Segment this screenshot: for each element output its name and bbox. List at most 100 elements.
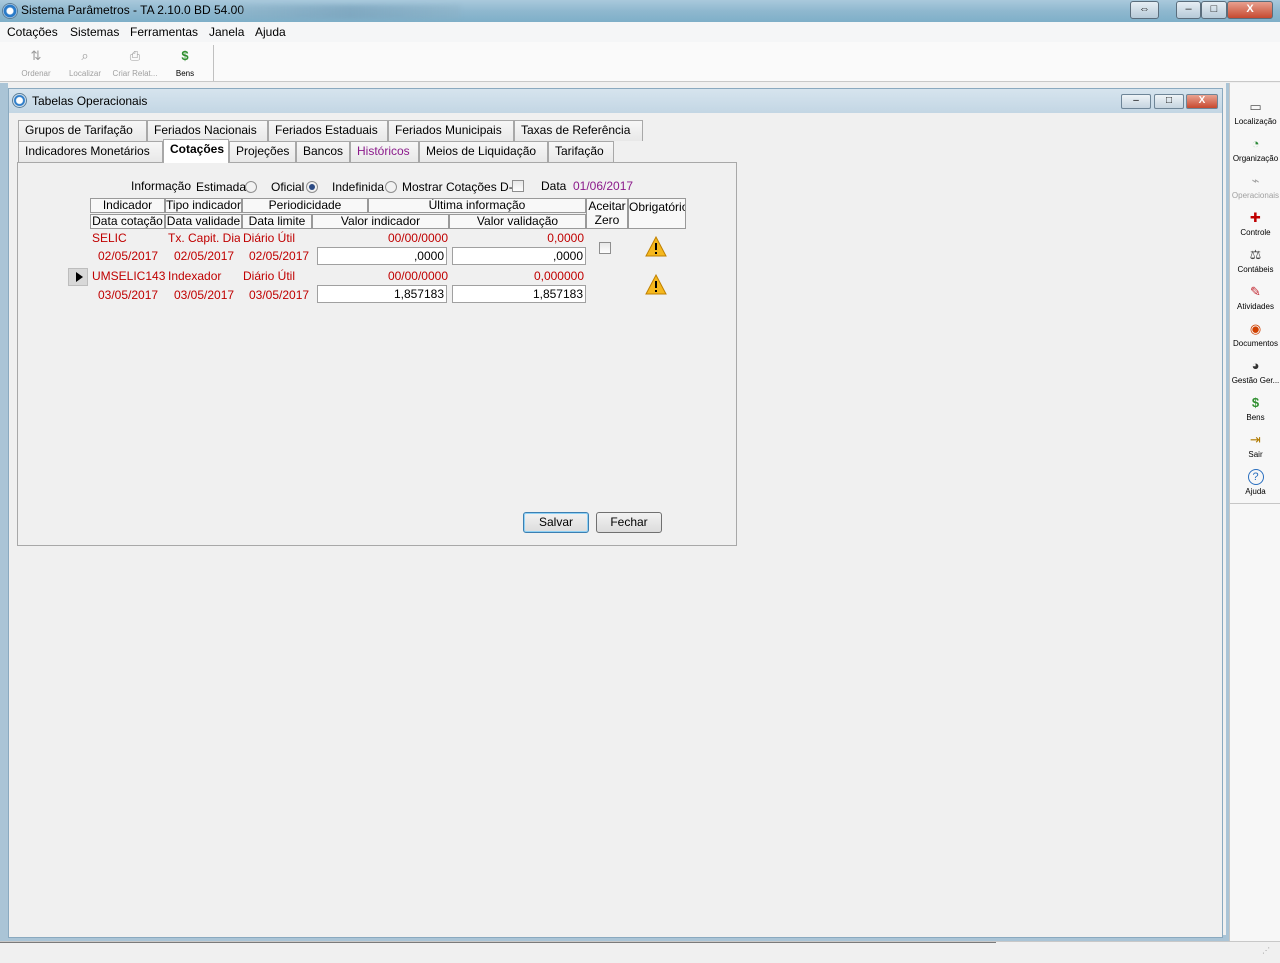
header-indicador[interactable]: Indicador [90, 198, 165, 213]
sidebar-label-sair: Sair [1248, 450, 1263, 459]
header-periodicidade[interactable]: Periodicidade [242, 198, 368, 213]
tab-feriados-municipais[interactable]: Feriados Municipais [388, 120, 514, 141]
sidebar-item-localizacao[interactable]: ▭ Localização [1230, 99, 1280, 136]
status-bar: ⋰ [0, 941, 1280, 963]
sidebar-item-bens[interactable]: $ Bens [1230, 395, 1280, 432]
sidebar-item-operacionais[interactable]: ⌁ Operacionais [1230, 173, 1280, 210]
row2-valor-indicador-input[interactable]: 1,857183 [317, 285, 447, 303]
sidebar-label-operacionais: Operacionais [1231, 191, 1280, 200]
sidebar-item-gestao[interactable]: ◕ Gestão Ger... [1230, 358, 1280, 395]
toolbar: ⇅ Ordenar ⌕ Localizar ⎙ Criar Relat... $… [0, 42, 1280, 82]
row2-data-cotacao: 03/05/2017 [98, 288, 159, 302]
sidebar-label-localizacao: Localização [1234, 117, 1277, 126]
pen-icon: ✎ [1250, 284, 1261, 299]
tab-historicos[interactable]: Históricos [350, 141, 419, 162]
sidebar-item-atividades[interactable]: ✎ Atividades [1230, 284, 1280, 321]
location-icon: ▭ [1249, 99, 1262, 114]
header-valor-indicador[interactable]: Valor indicador [312, 214, 449, 229]
target-icon: ◉ [1249, 321, 1262, 336]
sidebar-label-ajuda: Ajuda [1245, 487, 1266, 496]
estimada-label: Estimada [196, 180, 247, 194]
sidebar-item-ajuda[interactable]: ? Ajuda [1230, 469, 1280, 506]
status-progress-line [0, 942, 996, 943]
indefinida-radio[interactable] [385, 181, 397, 193]
menu-ferramentas[interactable]: Ferramentas [130, 25, 198, 39]
tab-cotacoes[interactable]: Cotações [163, 139, 229, 163]
estimada-radio[interactable] [245, 181, 257, 193]
salvar-button[interactable]: Salvar [523, 512, 589, 533]
row1-data-validade: 02/05/2017 [174, 249, 235, 263]
tab-meios-liquidacao[interactable]: Meios de Liquidação [419, 141, 548, 162]
app-icon [2, 3, 18, 19]
switch-window-button[interactable]: ⇔ [1130, 1, 1159, 19]
sidebar-label-gestao: Gestão Ger... [1231, 376, 1280, 385]
tab-feriados-nacionais[interactable]: Feriados Nacionais [147, 120, 268, 141]
app-title: Sistema Parâmetros - TA 2.10.0 BD 54.00 [21, 3, 244, 17]
tab-bancos[interactable]: Bancos [296, 141, 350, 162]
header-data-limite[interactable]: Data limite [242, 214, 312, 229]
tab-taxas-referencia[interactable]: Taxas de Referência [514, 120, 643, 141]
header-data-validade[interactable]: Data validade [165, 214, 242, 229]
blurred-title-text [240, 5, 460, 19]
sidebar-label-documentos: Documentos [1233, 339, 1278, 348]
localizar-button[interactable]: ⌕ Localizar [62, 46, 108, 80]
mostrar-cotacoes-checkbox[interactable] [512, 180, 524, 192]
fechar-button[interactable]: Fechar [596, 512, 662, 533]
operations-icon: ⌁ [1251, 173, 1260, 188]
child-minimize-button[interactable]: – [1121, 94, 1151, 109]
row1-data-cotacao: 02/05/2017 [98, 249, 159, 263]
menu-cotacoes[interactable]: Cotações [7, 25, 58, 39]
oficial-radio[interactable] [306, 181, 318, 193]
tab-feriados-estaduais[interactable]: Feriados Estaduais [268, 120, 388, 141]
header-obrigatorio[interactable]: Obrigatório [628, 198, 686, 229]
ordenar-button[interactable]: ⇅ Ordenar [13, 46, 59, 80]
resize-grip-icon[interactable]: ⋰ [1262, 946, 1276, 960]
child-maximize-button[interactable]: □ [1154, 94, 1184, 109]
row1-warning-icon [645, 236, 667, 257]
row2-data-validade: 03/05/2017 [174, 288, 235, 302]
sidebar-item-controle[interactable]: ✚ Controle [1230, 210, 1280, 247]
informacao-label: Informação [131, 179, 192, 193]
maximize-button[interactable]: □ [1201, 1, 1227, 19]
header-ultima-informacao[interactable]: Última informação [368, 198, 586, 213]
sidebar-divider [1230, 503, 1280, 504]
data-label: Data [541, 179, 567, 193]
tab-grupos-tarifacao[interactable]: Grupos de Tarifação [18, 120, 147, 141]
tab-tarifacao[interactable]: Tarifação [548, 141, 614, 162]
criar-relatorio-button[interactable]: ⎙ Criar Relat... [112, 46, 158, 80]
row1-tipo: Tx. Capit. Dia Út [168, 231, 240, 245]
sidebar-item-documentos[interactable]: ◉ Documentos [1230, 321, 1280, 358]
menu-sistemas[interactable]: Sistemas [70, 25, 119, 39]
find-icon: ⌕ [81, 48, 89, 63]
minimize-button[interactable]: – [1176, 1, 1201, 19]
tab-indicadores-monetarios[interactable]: Indicadores Monetários [18, 141, 163, 162]
row2-ultima-data: 00/00/0000 [387, 269, 448, 283]
menu-janela[interactable]: Janela [209, 25, 244, 39]
ordenar-label: Ordenar [21, 69, 51, 78]
sidebar-label-atividades: Atividades [1237, 302, 1274, 311]
sidebar-item-contabeis[interactable]: ⚖ Contábeis [1230, 247, 1280, 284]
row1-valor-indicador-input[interactable]: ,0000 [317, 247, 447, 265]
printer-icon: ⎙ [129, 48, 141, 63]
data-value[interactable]: 01/06/2017 [573, 179, 633, 193]
bens-button[interactable]: $ Bens [162, 46, 208, 80]
header-tipo-indicador[interactable]: Tipo indicador [165, 198, 242, 213]
child-close-button[interactable]: X [1186, 94, 1218, 109]
menu-bar: Cotações Sistemas Ferramentas Janela Aju… [0, 22, 1280, 42]
row1-valor-validacao-input[interactable]: ,0000 [452, 247, 586, 265]
row2-valor-validacao-input[interactable]: 1,857183 [452, 285, 586, 303]
row2-ultimo-valor: 0,000000 [533, 269, 584, 283]
row-pointer-icon [68, 268, 88, 286]
header-aceitar-zero[interactable]: Aceitar Zero [586, 198, 628, 229]
menu-ajuda[interactable]: Ajuda [255, 25, 286, 39]
header-data-cotacao[interactable]: Data cotação [90, 214, 165, 229]
mostrar-cotacoes-label: Mostrar Cotações D-0 [402, 180, 520, 194]
scales-icon: ⚖ [1249, 247, 1262, 262]
sidebar-item-sair[interactable]: ⇥ Sair [1230, 432, 1280, 469]
tab-projecoes[interactable]: Projeções [229, 141, 296, 162]
row1-aceitar-zero-checkbox[interactable] [599, 242, 611, 254]
row1-ultima-data: 00/00/0000 [387, 231, 448, 245]
header-valor-validacao[interactable]: Valor validação [449, 214, 586, 229]
sidebar-item-organizacao[interactable]: ◔ Organização [1230, 136, 1280, 173]
close-button[interactable]: X [1227, 1, 1273, 19]
